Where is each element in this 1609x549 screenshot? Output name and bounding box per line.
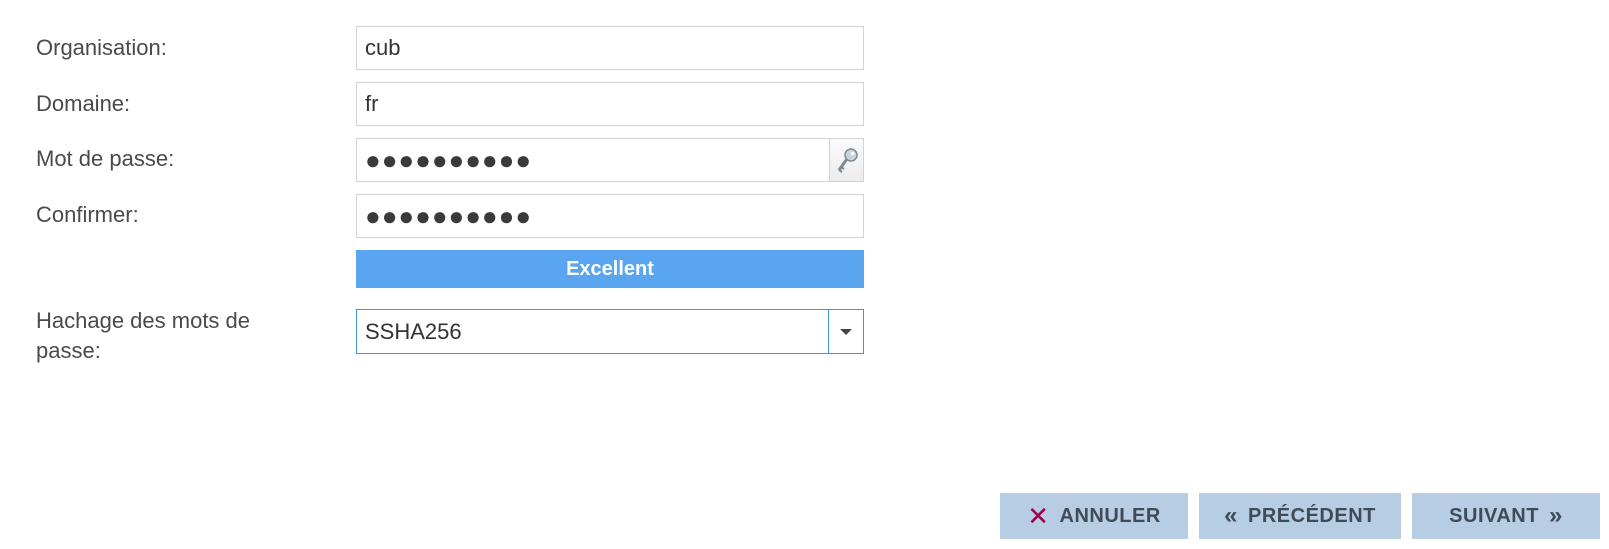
previous-button[interactable]: « PRÉCÉDENT — [1199, 493, 1401, 539]
confirm-label: Confirmer: — [36, 202, 139, 227]
password-strength-bar: Excellent — [356, 250, 864, 288]
cancel-button[interactable]: ✕ ANNULER — [1000, 493, 1188, 539]
hash-label: Hachage des mots de passe: — [36, 308, 251, 363]
domaine-input[interactable]: fr — [356, 82, 864, 126]
cancel-button-label: ANNULER — [1059, 504, 1161, 527]
organisation-input[interactable]: cub — [356, 26, 864, 70]
double-chevron-right-icon: » — [1548, 502, 1563, 529]
password-input[interactable]: ●●●●●●●●●● — [356, 138, 864, 182]
close-icon: ✕ — [1027, 501, 1050, 531]
password-value: ●●●●●●●●●● — [365, 144, 533, 175]
next-button-label: SUIVANT — [1449, 504, 1539, 527]
confirm-password-input[interactable]: ●●●●●●●●●● — [356, 194, 864, 238]
password-label: Mot de passe: — [36, 146, 175, 171]
organisation-label: Organisation: — [36, 35, 167, 60]
key-icon[interactable] — [829, 139, 863, 181]
domaine-label: Domaine: — [36, 91, 131, 116]
hash-select[interactable]: SSHA256 — [356, 309, 864, 354]
domaine-value: fr — [365, 91, 379, 116]
confirm-password-value: ●●●●●●●●●● — [365, 200, 533, 231]
config-form: Organisation: cub Domaine: fr Mot de pas… — [0, 0, 900, 380]
double-chevron-left-icon: « — [1224, 502, 1238, 529]
hash-select-value: SSHA256 — [365, 318, 462, 344]
previous-button-label: PRÉCÉDENT — [1248, 504, 1376, 527]
chevron-down-icon[interactable] — [828, 310, 863, 353]
next-button[interactable]: SUIVANT » — [1412, 493, 1600, 539]
organisation-value: cub — [365, 35, 401, 60]
